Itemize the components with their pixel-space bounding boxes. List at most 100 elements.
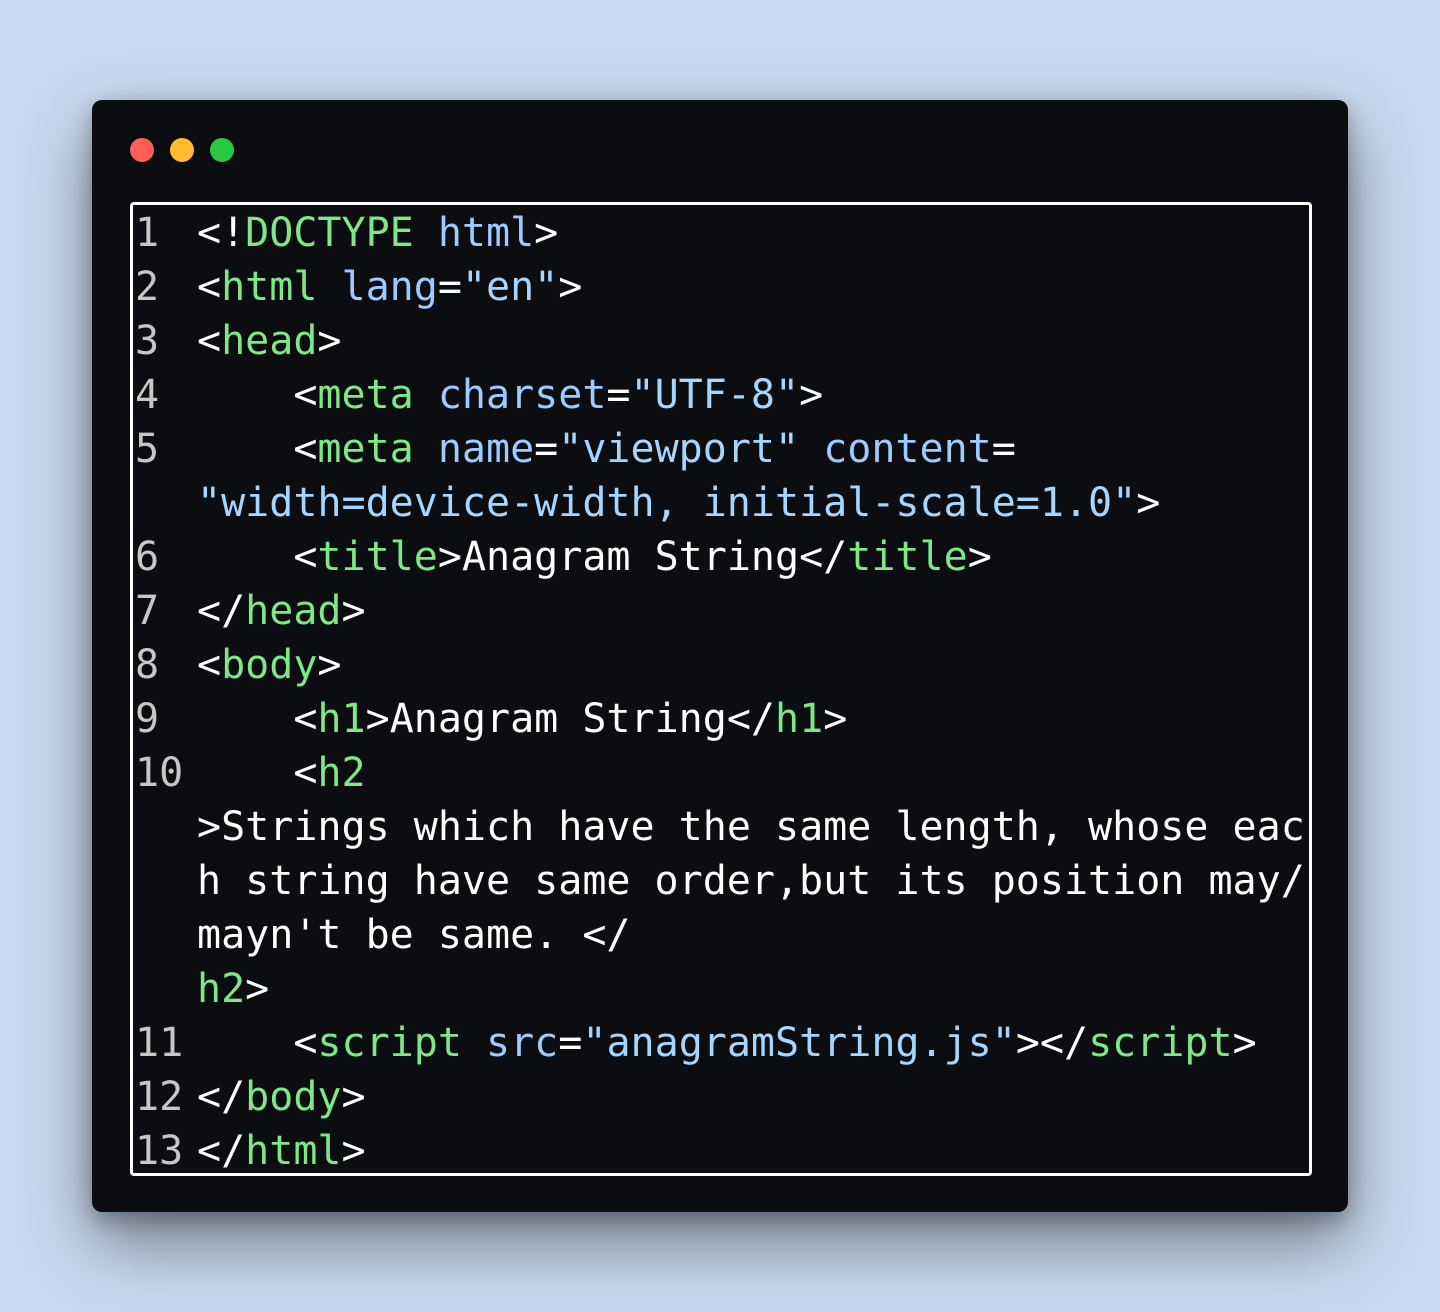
token-str: "width=device-width, initial-scale=1.0" (197, 480, 1137, 526)
token-tag: meta (317, 372, 414, 418)
line-content: </html> (197, 1124, 366, 1174)
code-line: 4 <meta charset="UTF-8"> (133, 368, 1309, 422)
line-content: <html lang="en"> (197, 260, 582, 314)
line-content: </body> (197, 1070, 366, 1124)
line-content: <title>Anagram String</title> (197, 530, 992, 584)
close-button[interactable] (130, 138, 154, 162)
code-line: 13 </html> (133, 1124, 1309, 1174)
token-tag: html (221, 264, 318, 310)
token-plain: h string have same order,but its positio… (197, 858, 1305, 904)
page-background: 1 <!DOCTYPE html> 2 <html lang="en"> 3 <head>… (0, 0, 1440, 1312)
token-plain: Anagram String (389, 696, 727, 742)
token-punct: = (606, 372, 631, 418)
line-content: <body> (197, 638, 342, 692)
line-content: h string have same order,but its positio… (197, 854, 1305, 908)
code-editor[interactable]: 1 <!DOCTYPE html> 2 <html lang="en"> 3 <head>… (130, 202, 1312, 1176)
token-tag: h2 (197, 966, 246, 1012)
token-punct: </ (197, 1128, 246, 1174)
token-punct: < (197, 318, 222, 364)
token-punct: < (293, 1020, 318, 1066)
code-line: 7 </head> (133, 584, 1309, 638)
token-punct: </ (197, 1074, 246, 1120)
token-punct: > (1232, 1020, 1257, 1066)
line-number: 6 (135, 534, 160, 580)
code-line-wrap: >Strings which have the same length, who… (133, 800, 1309, 854)
token-punct: < (197, 264, 222, 310)
token-tag: script (1088, 1020, 1233, 1066)
line-content: h2> (197, 962, 269, 1016)
token-punct: <! (197, 210, 246, 256)
minimize-button[interactable] (170, 138, 194, 162)
token-tag: title (317, 534, 438, 580)
token-punct: > (1136, 480, 1161, 526)
line-number: 8 (135, 642, 160, 688)
maximize-button[interactable] (210, 138, 234, 162)
token-tag: body (245, 1074, 342, 1120)
token-punct: > (341, 1074, 366, 1120)
code-window: 1 <!DOCTYPE html> 2 <html lang="en"> 3 <head>… (92, 100, 1348, 1212)
line-number: 12 (135, 1074, 184, 1120)
token-punct: > (341, 1128, 366, 1174)
line-number: 4 (135, 372, 160, 418)
code-line: 11 <script src="anagramString.js"></scri… (133, 1016, 1309, 1070)
code-line: 6 <title>Anagram String</title> (133, 530, 1309, 584)
token-punct: < (293, 426, 318, 472)
line-content: <!DOCTYPE html> (197, 206, 558, 260)
code-line: 12 </body> (133, 1070, 1309, 1124)
token-punct: = (991, 426, 1016, 472)
line-content: "width=device-width, initial-scale=1.0"> (197, 476, 1160, 530)
token-punct: > (317, 318, 342, 364)
code-line-wrap: h string have same order,but its positio… (133, 854, 1309, 908)
line-content: <h2 (197, 746, 365, 800)
token-punct: > (558, 264, 583, 310)
line-number: 13 (135, 1128, 184, 1174)
token-punct: </ (726, 696, 776, 742)
token-attr: html (437, 210, 535, 256)
token-punct: ></ (1015, 1020, 1089, 1066)
code-line-wrap: mayn't be same. </ (133, 908, 1309, 962)
token-attr: name (437, 426, 535, 472)
token-tag: meta (317, 426, 414, 472)
token-tag: title (847, 534, 968, 580)
token-punct: </ (582, 912, 631, 958)
token-tag: h1 (775, 696, 824, 742)
token-str: "anagramString.js" (582, 1020, 1016, 1066)
line-number: 3 (135, 318, 160, 364)
token-tag: head (245, 588, 342, 634)
token-punct: > (245, 966, 270, 1012)
token-punct: = (558, 1020, 583, 1066)
token-punct: > (197, 804, 222, 850)
window-controls (130, 138, 250, 162)
token-punct: < (197, 642, 222, 688)
token-attr: lang (341, 264, 438, 310)
line-number: 11 (135, 1020, 184, 1066)
token-punct: > (967, 534, 992, 580)
token-str: "viewport" (558, 426, 800, 472)
line-content: >Strings which have the same length, who… (197, 800, 1305, 854)
line-number: 1 (135, 210, 160, 256)
token-punct: </ (799, 534, 848, 580)
code-line: 9 <h1>Anagram String</h1> (133, 692, 1309, 746)
line-number: 10 (135, 750, 184, 796)
code-line: 8 <body> (133, 638, 1309, 692)
line-content: <meta charset="UTF-8"> (197, 368, 823, 422)
token-tag: html (245, 1128, 342, 1174)
code-line: 2 <html lang="en"> (133, 260, 1309, 314)
token-tag: DOCTYPE (245, 210, 414, 256)
token-str: "UTF-8" (630, 372, 800, 418)
token-punct: < (293, 750, 318, 796)
code-line-wrap: "width=device-width, initial-scale=1.0"> (133, 476, 1309, 530)
token-tag: head (221, 318, 318, 364)
token-tag: body (221, 642, 318, 688)
line-content: mayn't be same. </ (197, 908, 630, 962)
token-punct: > (823, 696, 848, 742)
token-punct: > (317, 642, 342, 688)
